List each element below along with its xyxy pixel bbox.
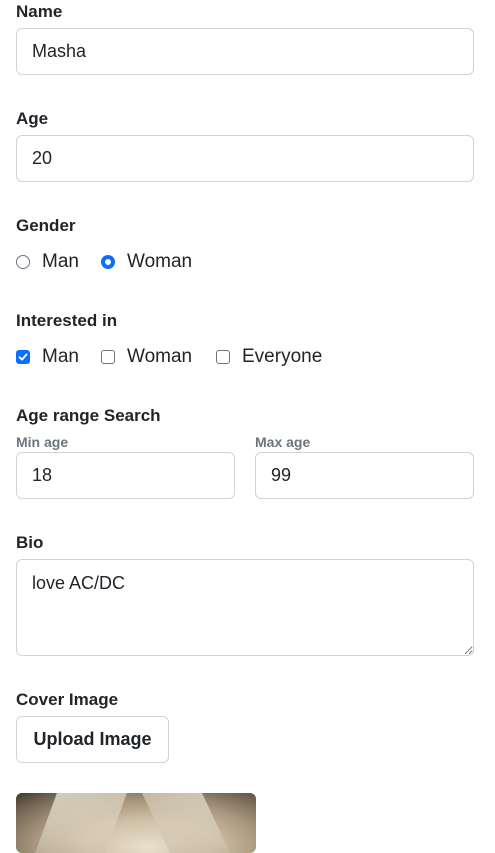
interested-woman-label: Woman [127,346,193,367]
interested-man-label: Man [42,346,79,367]
max-age-label: Max age [255,434,311,450]
interested-option-woman[interactable]: Woman [101,346,192,368]
interested-everyone-checkbox[interactable] [216,350,230,364]
cover-image-preview [16,793,256,853]
interested-man-checkbox[interactable] [16,350,30,364]
age-range-label: Age range Search [16,406,161,425]
cover-hair-highlight [35,793,127,853]
cover-image-label: Cover Image [16,690,119,709]
gender-option-woman[interactable]: Woman [101,251,192,273]
check-icon [18,353,28,361]
interested-option-man[interactable]: Man [16,346,79,368]
interested-woman-checkbox[interactable] [101,350,115,364]
age-input[interactable] [16,135,474,182]
gender-man-radio[interactable] [16,255,30,269]
gender-man-label: Man [42,251,79,272]
name-input[interactable] [16,28,474,75]
gender-option-man[interactable]: Man [16,251,79,273]
bio-textarea[interactable]: love AC/DC [16,559,474,656]
upload-image-button[interactable]: Upload Image [16,716,169,763]
min-age-label: Min age [16,434,69,450]
max-age-input[interactable] [255,452,474,499]
cover-hair-highlight [142,793,230,853]
bio-label: Bio [16,533,44,552]
min-age-input[interactable] [16,452,235,499]
interested-option-everyone[interactable]: Everyone [216,346,322,368]
name-label: Name [16,2,63,21]
interested-everyone-label: Everyone [242,346,323,367]
gender-label: Gender [16,216,76,235]
interested-label: Interested in [16,311,118,330]
gender-woman-label: Woman [127,251,193,272]
age-label: Age [16,109,49,128]
gender-woman-radio[interactable] [101,255,115,269]
